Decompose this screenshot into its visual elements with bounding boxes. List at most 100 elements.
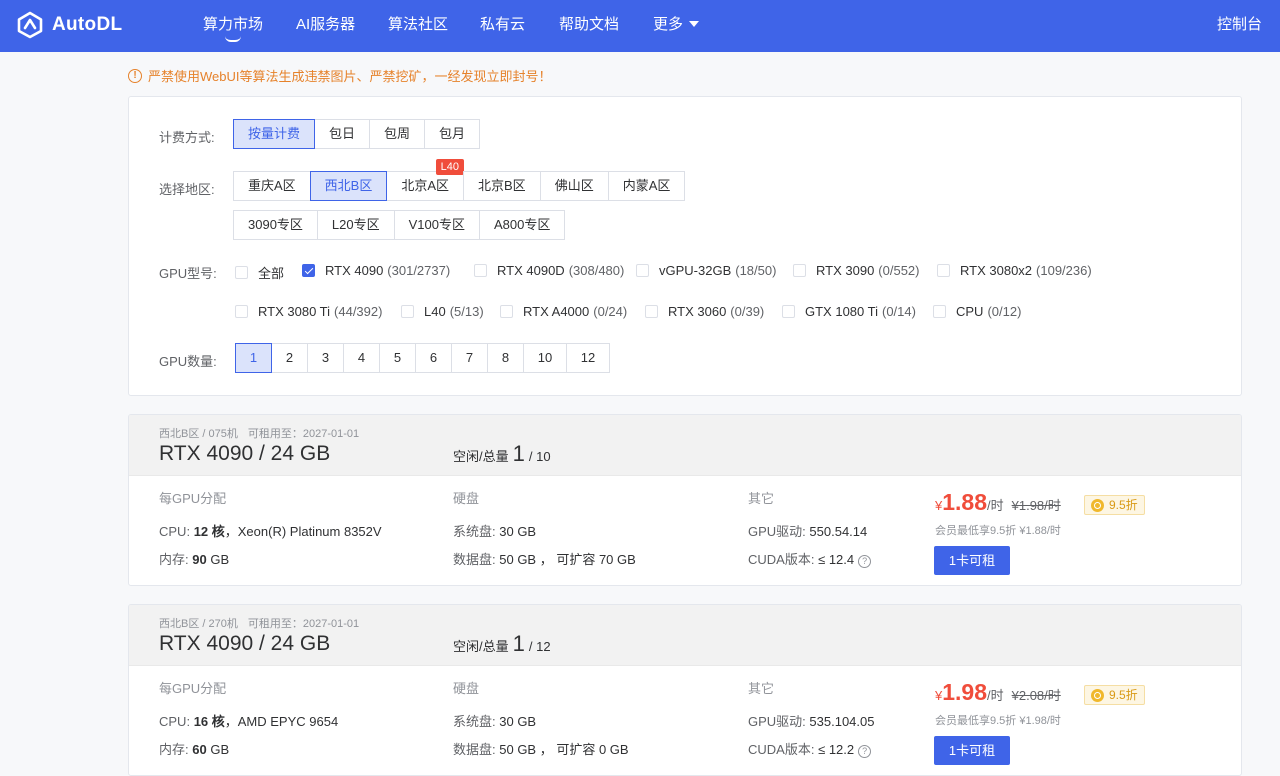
cpu-model: ，AMD EPYC 9654 [224,714,339,729]
sys-disk-key: 系统盘: [453,524,496,539]
nav-label: 更多 [653,16,684,33]
mem-key: 内存: [159,742,189,757]
data-disk-key: 数据盘: [453,552,496,567]
rent-button[interactable]: 1卡可租 [934,546,1010,575]
cuda-key: CUDA版本: [748,552,815,567]
gpu-checkbox-rtx3080x2[interactable]: RTX 3080x2 (109/236) [937,263,1092,278]
gpu-count-5[interactable]: 5 [379,343,416,373]
billing-monthly[interactable]: 包月 [424,119,481,149]
gpu-name: RTX A4000 [523,304,590,319]
disk-spec: 硬盘 系统盘: 30 GB 数据盘: 50 GB ， 可扩容 0 GB [453,678,629,767]
cuda-value: ≤ 12.4 [818,552,855,567]
price: ¥1.88/时 ¥1.98/时 [935,489,1061,516]
gpu-count: (0/552) [878,263,920,278]
nav-label: 算力市场 [203,16,264,33]
data-disk-key: 数据盘: [453,742,496,757]
system-disk: 系统盘: 30 GB [453,711,629,730]
checkbox-icon [636,264,649,277]
idle-count: 1 [512,631,525,656]
console-link[interactable]: 控制台 [1217,0,1262,50]
nav-algorithm-community[interactable]: 算法社区 [388,0,448,52]
region-3090-zone[interactable]: 3090专区 [233,210,318,240]
gpu-count-6[interactable]: 6 [415,343,452,373]
region-beijing-a[interactable]: 北京A区 L40 [386,159,465,201]
autodl-logo-icon [17,11,43,39]
gpu-checkbox-rtx3080ti[interactable]: RTX 3080 Ti (44/392) [235,304,382,319]
region-neimeng-a[interactable]: 内蒙A区 [607,171,686,201]
rent-until: 可租用至：2027-01-01 [247,428,360,440]
gpu-count-label: GPU数量: [159,354,217,369]
gpu-count-2[interactable]: 2 [271,343,308,373]
top-nav-bar: AutoDL 算力市场 AI服务器 算法社区 私有云 帮助文档 更多 控制台 [0,0,1280,52]
region-chongqing-a[interactable]: 重庆A区 [233,171,311,201]
idle-total: 空闲/总量 1/ 12 [453,631,551,657]
cuda-key: CUDA版本: [748,742,815,757]
price-unit: /时 [987,688,1004,703]
driver-key: GPU驱动: [748,714,806,729]
gpu-checkbox-gtx1080ti[interactable]: GTX 1080 Ti (0/14) [782,304,916,319]
per-gpu-spec: 每GPU分配 CPU: 16 核，AMD EPYC 9654 内存: 60 GB [159,678,338,767]
gpu-checkbox-cpu[interactable]: CPU (0/12) [933,304,1021,319]
gpu-count: (18/50) [735,263,777,278]
checkbox-icon [937,264,950,277]
region-beijing-b[interactable]: 北京B区 [463,171,541,201]
l40-badge: L40 [435,159,465,175]
gpu-count-4[interactable]: 4 [343,343,380,373]
help-icon[interactable]: ? [858,555,872,568]
gpu-checkbox-all[interactable]: 全部 [235,263,284,282]
checkbox-icon [645,305,658,318]
nav-private-cloud[interactable]: 私有云 [480,0,525,52]
total-count: / 12 [528,639,551,654]
gpu-count-1[interactable]: 1 [235,343,272,373]
billing-daily[interactable]: 包日 [314,119,371,149]
gpu-name: vGPU-32GB [659,263,732,278]
nav-compute-market[interactable]: 算力市场 [203,0,263,52]
region-foshan[interactable]: 佛山区 [539,171,609,201]
gpu-count-8[interactable]: 8 [487,343,524,373]
nav-more[interactable]: 更多 [653,0,700,52]
gpu-checkbox-rtx4090d[interactable]: RTX 4090D (308/480) [474,263,624,278]
disk-heading: 硬盘 [453,491,480,506]
gpu-count: (5/13) [449,304,484,319]
logo[interactable]: AutoDL [16,10,122,40]
region-northwest-b[interactable]: 西北B区 [309,171,388,201]
help-icon[interactable]: ? [858,745,872,758]
billing-hourly[interactable]: 按量计费 [233,119,316,149]
other-spec: 其它 GPU驱动: 550.54.14 CUDA版本: ≤ 12.4? [748,488,872,577]
gpu-driver: GPU驱动: 550.54.14 [748,521,871,540]
gpu-count-7[interactable]: 7 [451,343,488,373]
gpu-count-12[interactable]: 12 [566,343,610,373]
region-a800-zone[interactable]: A800专区 [479,210,566,240]
region-v100-zone[interactable]: V100专区 [393,210,480,240]
checkbox-icon [401,305,414,318]
billing-weekly[interactable]: 包周 [369,119,426,149]
checkbox-icon [235,266,248,279]
rent-button[interactable]: 1卡可租 [934,736,1010,765]
gpu-checkbox-vgpu32[interactable]: vGPU-32GB (18/50) [636,263,776,278]
machine-meta: 西北B区 / 270机 可租用至：2027-01-01 [159,615,359,631]
cuda-value: ≤ 12.2 [818,742,855,757]
other-spec: 其它 GPU驱动: 535.104.05 CUDA版本: ≤ 12.2? [748,678,875,767]
gpu-count-3[interactable]: 3 [307,343,344,373]
discount-badge: 9.5折 [1084,495,1145,515]
gpu-name: 全部 [258,266,285,281]
sys-disk-value: 30 GB [499,524,537,539]
sys-disk-key: 系统盘: [453,714,496,729]
gpu-count-options: 1 2 3 4 5 6 7 8 10 12 [235,343,610,373]
per-gpu-heading: 每GPU分配 [159,681,227,696]
gpu-checkbox-rtx3060[interactable]: RTX 3060 (0/39) [645,304,764,319]
checkbox-icon [933,305,946,318]
nav-ai-server[interactable]: AI服务器 [296,0,355,52]
gpu-name: RTX 3060 [668,304,727,319]
gpu-name: RTX 4090 [325,263,384,278]
gpu-checkbox-rtx3090[interactable]: RTX 3090 (0/552) [793,263,920,278]
gpu-model-title: RTX 4090 / 24 GB [159,442,331,465]
gpu-count: (44/392) [334,304,383,319]
cuda-version: CUDA版本: ≤ 12.4? [748,549,872,568]
nav-help-docs[interactable]: 帮助文档 [559,0,619,52]
gpu-count-10[interactable]: 10 [523,343,567,373]
gpu-checkbox-rtxa4000[interactable]: RTX A4000 (0/24) [500,304,627,319]
gpu-checkbox-rtx4090[interactable]: RTX 4090 (301/2737) [302,263,450,278]
gpu-checkbox-l40[interactable]: L40 (5/13) [401,304,484,319]
region-l20-zone[interactable]: L20专区 [316,210,395,240]
